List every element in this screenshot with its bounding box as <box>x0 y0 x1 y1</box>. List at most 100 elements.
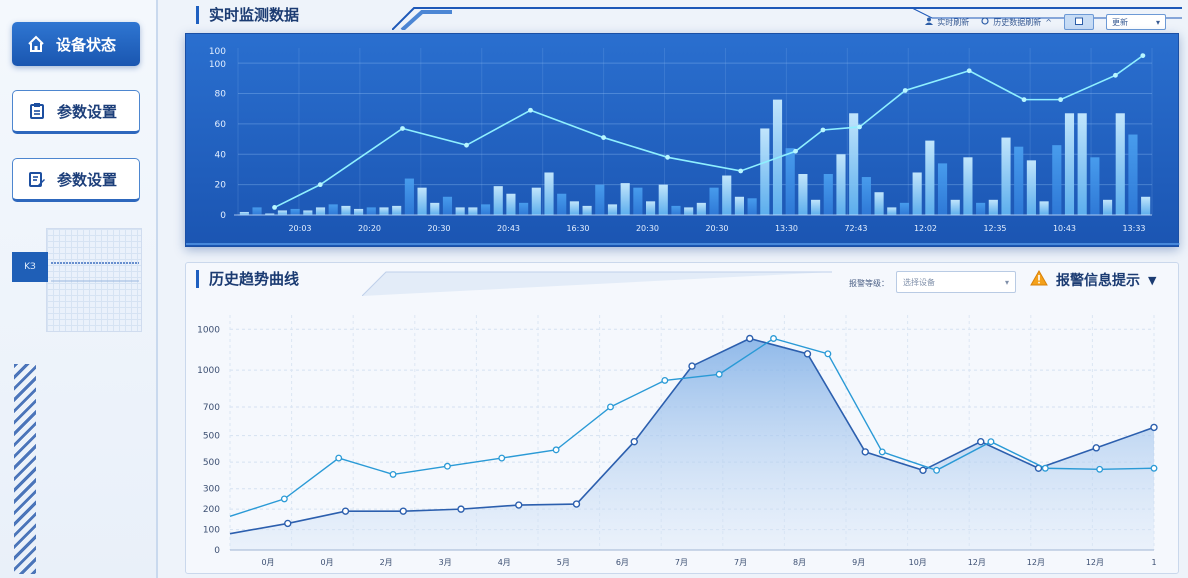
bar <box>645 201 656 215</box>
x-tick-label: 6月 <box>616 558 629 567</box>
sidebar-item-params-2[interactable]: 参数设置 <box>12 158 140 202</box>
bar <box>836 154 846 215</box>
bar <box>734 196 745 215</box>
bar <box>658 184 668 215</box>
update-select[interactable]: 更新 ▾ <box>1106 14 1166 30</box>
bar <box>392 205 402 215</box>
data-point <box>688 362 696 370</box>
alert-label: 报警信息提示 <box>1056 273 1140 289</box>
data-point <box>1113 72 1118 78</box>
bar <box>315 207 326 215</box>
history-chart: 0 100 200 300 500 500 700 1000 1000 0月 0月 2月 3月 4月 5月 6… <box>197 315 1158 567</box>
x-tick-label: 7月 <box>734 558 747 567</box>
data-point <box>1096 465 1104 473</box>
data-point <box>1140 53 1146 58</box>
bar <box>417 187 427 215</box>
sidebar-item-device-status[interactable]: 设备状态 <box>12 22 140 66</box>
data-point <box>1041 464 1049 472</box>
x-tick-label: 10月 <box>909 558 927 567</box>
chevron-down-icon: ▾ <box>1155 17 1160 27</box>
y-tick-label: 0 <box>214 546 220 556</box>
bar <box>519 202 529 215</box>
data-point <box>1150 423 1158 432</box>
y-tick-label: 0 <box>220 211 226 221</box>
bar <box>328 204 338 215</box>
chevron-down-icon: ▾ <box>1004 277 1009 287</box>
data-point <box>607 403 614 411</box>
x-tick-label: 12:35 <box>983 224 1006 233</box>
bar <box>506 193 516 215</box>
data-point <box>987 438 995 446</box>
data-point <box>1092 444 1100 452</box>
x-tick-label: 3月 <box>439 558 452 567</box>
sidebar-item-params-1[interactable]: 参数设置 <box>12 90 140 134</box>
decorative-stripes <box>14 364 36 574</box>
device-filter-select[interactable]: 选择设备 ▾ <box>896 271 1016 293</box>
data-point <box>464 142 469 148</box>
x-tick-label: 10:43 <box>1053 224 1076 233</box>
alert-dropdown[interactable]: 报警信息提示 ▼ <box>1030 269 1156 290</box>
data-point <box>966 68 972 74</box>
history-title: 历史趋势曲线 <box>196 270 299 288</box>
bar <box>925 140 935 215</box>
device-filter-placeholder: 选择设备 <box>903 277 935 287</box>
data-point <box>1058 97 1063 103</box>
bar <box>341 205 351 215</box>
bar <box>988 199 998 215</box>
y-tick-label: 500 <box>203 458 220 468</box>
y-tick-label: 1000 <box>197 366 220 376</box>
bar <box>976 202 986 215</box>
data-point <box>1150 464 1158 472</box>
bar <box>963 157 973 215</box>
x-tick-label: 20:30 <box>427 224 450 233</box>
y-tick-label: 80 <box>215 90 227 100</box>
bar <box>722 175 732 215</box>
data-point <box>820 127 826 133</box>
bar <box>582 205 592 215</box>
x-tick-label: 20:20 <box>358 224 381 233</box>
sidebar-item-label: 参数设置 <box>57 102 118 121</box>
data-point <box>738 168 744 174</box>
data-point <box>572 500 581 508</box>
x-tick-label: 13:33 <box>1122 224 1145 233</box>
realtime-refresh[interactable]: 实时刷新 <box>925 17 969 28</box>
history-refresh[interactable]: 历史数据刷新 ^ <box>981 17 1052 28</box>
bar <box>633 187 643 215</box>
y-tick-label: 200 <box>203 505 220 515</box>
x-tick-label: 2月 <box>380 558 393 567</box>
x-tick-label: 0月 <box>261 558 274 567</box>
y-tick-label: 100 <box>203 526 220 536</box>
realtime-panel: 0 20 40 60 80 100 100 20:03 20:20 20:30 20:43 16:30… <box>185 33 1180 247</box>
data-point <box>280 495 288 503</box>
bar <box>1001 137 1011 215</box>
bar <box>1039 201 1049 215</box>
clipboard-icon <box>27 101 47 121</box>
sidebar-item-label: 设备状态 <box>56 35 117 54</box>
y-tick-label: 20 <box>215 181 227 191</box>
bar <box>1014 146 1024 215</box>
bar <box>1141 196 1151 215</box>
refresh-icon <box>981 17 989 27</box>
bar <box>595 184 605 215</box>
data-point <box>770 335 777 342</box>
x-tick-label: 20:30 <box>705 224 728 233</box>
data-point <box>335 454 343 462</box>
data-point <box>746 334 754 343</box>
y-tick-label: 700 <box>203 403 220 413</box>
y-tick-label: 500 <box>203 432 220 442</box>
data-point <box>528 107 533 113</box>
calendar-button[interactable] <box>1064 14 1094 30</box>
x-tick-label: 16:30 <box>566 224 589 233</box>
data-point <box>803 350 812 358</box>
x-tick-label: 12月 <box>968 558 986 567</box>
bar <box>760 128 770 215</box>
bar <box>1064 113 1075 215</box>
bar <box>709 187 719 215</box>
x-tick-label: 4月 <box>498 558 511 567</box>
data-point <box>977 437 985 446</box>
bar <box>1090 157 1100 215</box>
bar <box>354 208 364 215</box>
sidebar: 设备状态 参数设置 参数设置 KЗ <box>0 0 158 578</box>
bar <box>493 186 503 215</box>
bar <box>430 202 440 215</box>
